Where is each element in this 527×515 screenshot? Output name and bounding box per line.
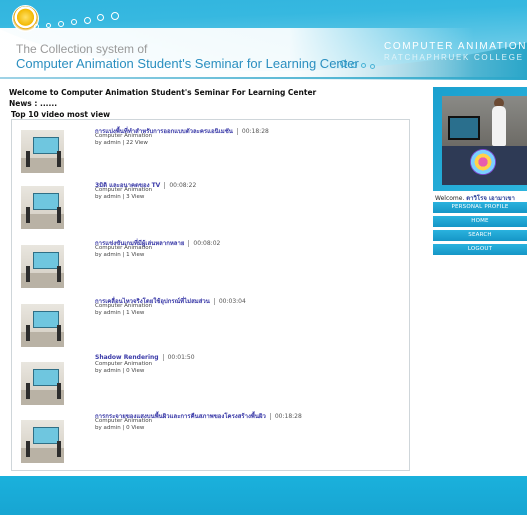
video-author: by admin [95,193,121,200]
welcome-prefix: Welcome. [435,195,465,202]
home-button[interactable]: HOME [433,216,527,227]
video-author: by admin [95,424,121,431]
video-thumbnail[interactable] [21,186,64,229]
video-views: 1 View [126,309,145,316]
video-thumbnail[interactable] [21,245,64,288]
video-item: 3มิติ และอนาคตของ TV 00:08:22 Computer An… [12,179,409,229]
video-thumbnail[interactable] [21,130,64,173]
video-duration: 00:01:50 [162,354,195,361]
user-avatar [442,96,527,185]
video-author: by admin [95,367,121,374]
header-divider [0,77,527,79]
video-item: การเคลื่อนไหวจริงโดยใช้อุปกรณ์ที่ไม่สมส่… [12,295,409,347]
video-author: by admin [95,139,121,146]
video-list-panel: การแบ่งพื้นที่ทำสำหรับการออกแบบตัวละครแอ… [11,119,410,471]
section-heading: Top 10 video most view [11,110,111,119]
site-subtitle: The Collection system of [16,42,148,56]
video-author: by admin [95,309,121,316]
search-button[interactable]: SEARCH [433,230,527,241]
video-views: 0 View [126,424,145,431]
video-duration: 00:08:22 [164,182,197,189]
welcome-message: Welcome to Computer Animation Student's … [9,88,317,97]
video-views: 3 View [126,193,145,200]
brand-line-2: RATCHAPHRUEK COLLEGE [384,53,524,62]
logout-button[interactable]: LOGOUT [433,244,527,255]
video-views: 0 View [126,367,145,374]
video-thumbnail[interactable] [21,304,64,347]
video-duration: 00:18:28 [269,413,302,420]
site-header: The Collection system of Computer Animat… [0,0,527,80]
video-title-link[interactable]: Shadow Rendering [95,354,159,361]
news-label: News : ...... [9,99,58,108]
video-item: การแข่งขันเกมที่มีผู้เล่นหลากหลาย 00:08:0… [12,237,409,288]
video-duration: 00:08:02 [188,240,221,247]
video-thumbnail[interactable] [21,420,64,463]
video-views: 1 View [126,251,145,258]
site-footer [0,476,527,515]
site-title: Computer Animation Student's Seminar for… [16,56,359,71]
video-thumbnail[interactable] [21,362,64,405]
video-item: Shadow Rendering 00:01:50 Computer Animat… [12,353,409,405]
user-photo-frame [433,87,527,191]
video-duration: 00:18:28 [236,128,269,135]
user-menu: PERSONAL PROFILE HOME SEARCH LOGOUT [433,202,527,258]
user-name: ดาวิโรจ เอามาเขา [466,195,515,202]
video-item: การแบ่งพื้นที่ทำสำหรับการออกแบบตัวละครแอ… [12,124,409,174]
video-item: การกระจายของแสงบนพื้นผิวและการคืนสภาพของ… [12,410,409,463]
video-views: 22 View [126,139,148,146]
video-author: by admin [95,251,121,258]
brand-line-1: COMPUTER ANIMATION [384,41,527,52]
video-duration: 00:03:04 [213,298,246,305]
personal-profile-button[interactable]: PERSONAL PROFILE [433,202,527,213]
